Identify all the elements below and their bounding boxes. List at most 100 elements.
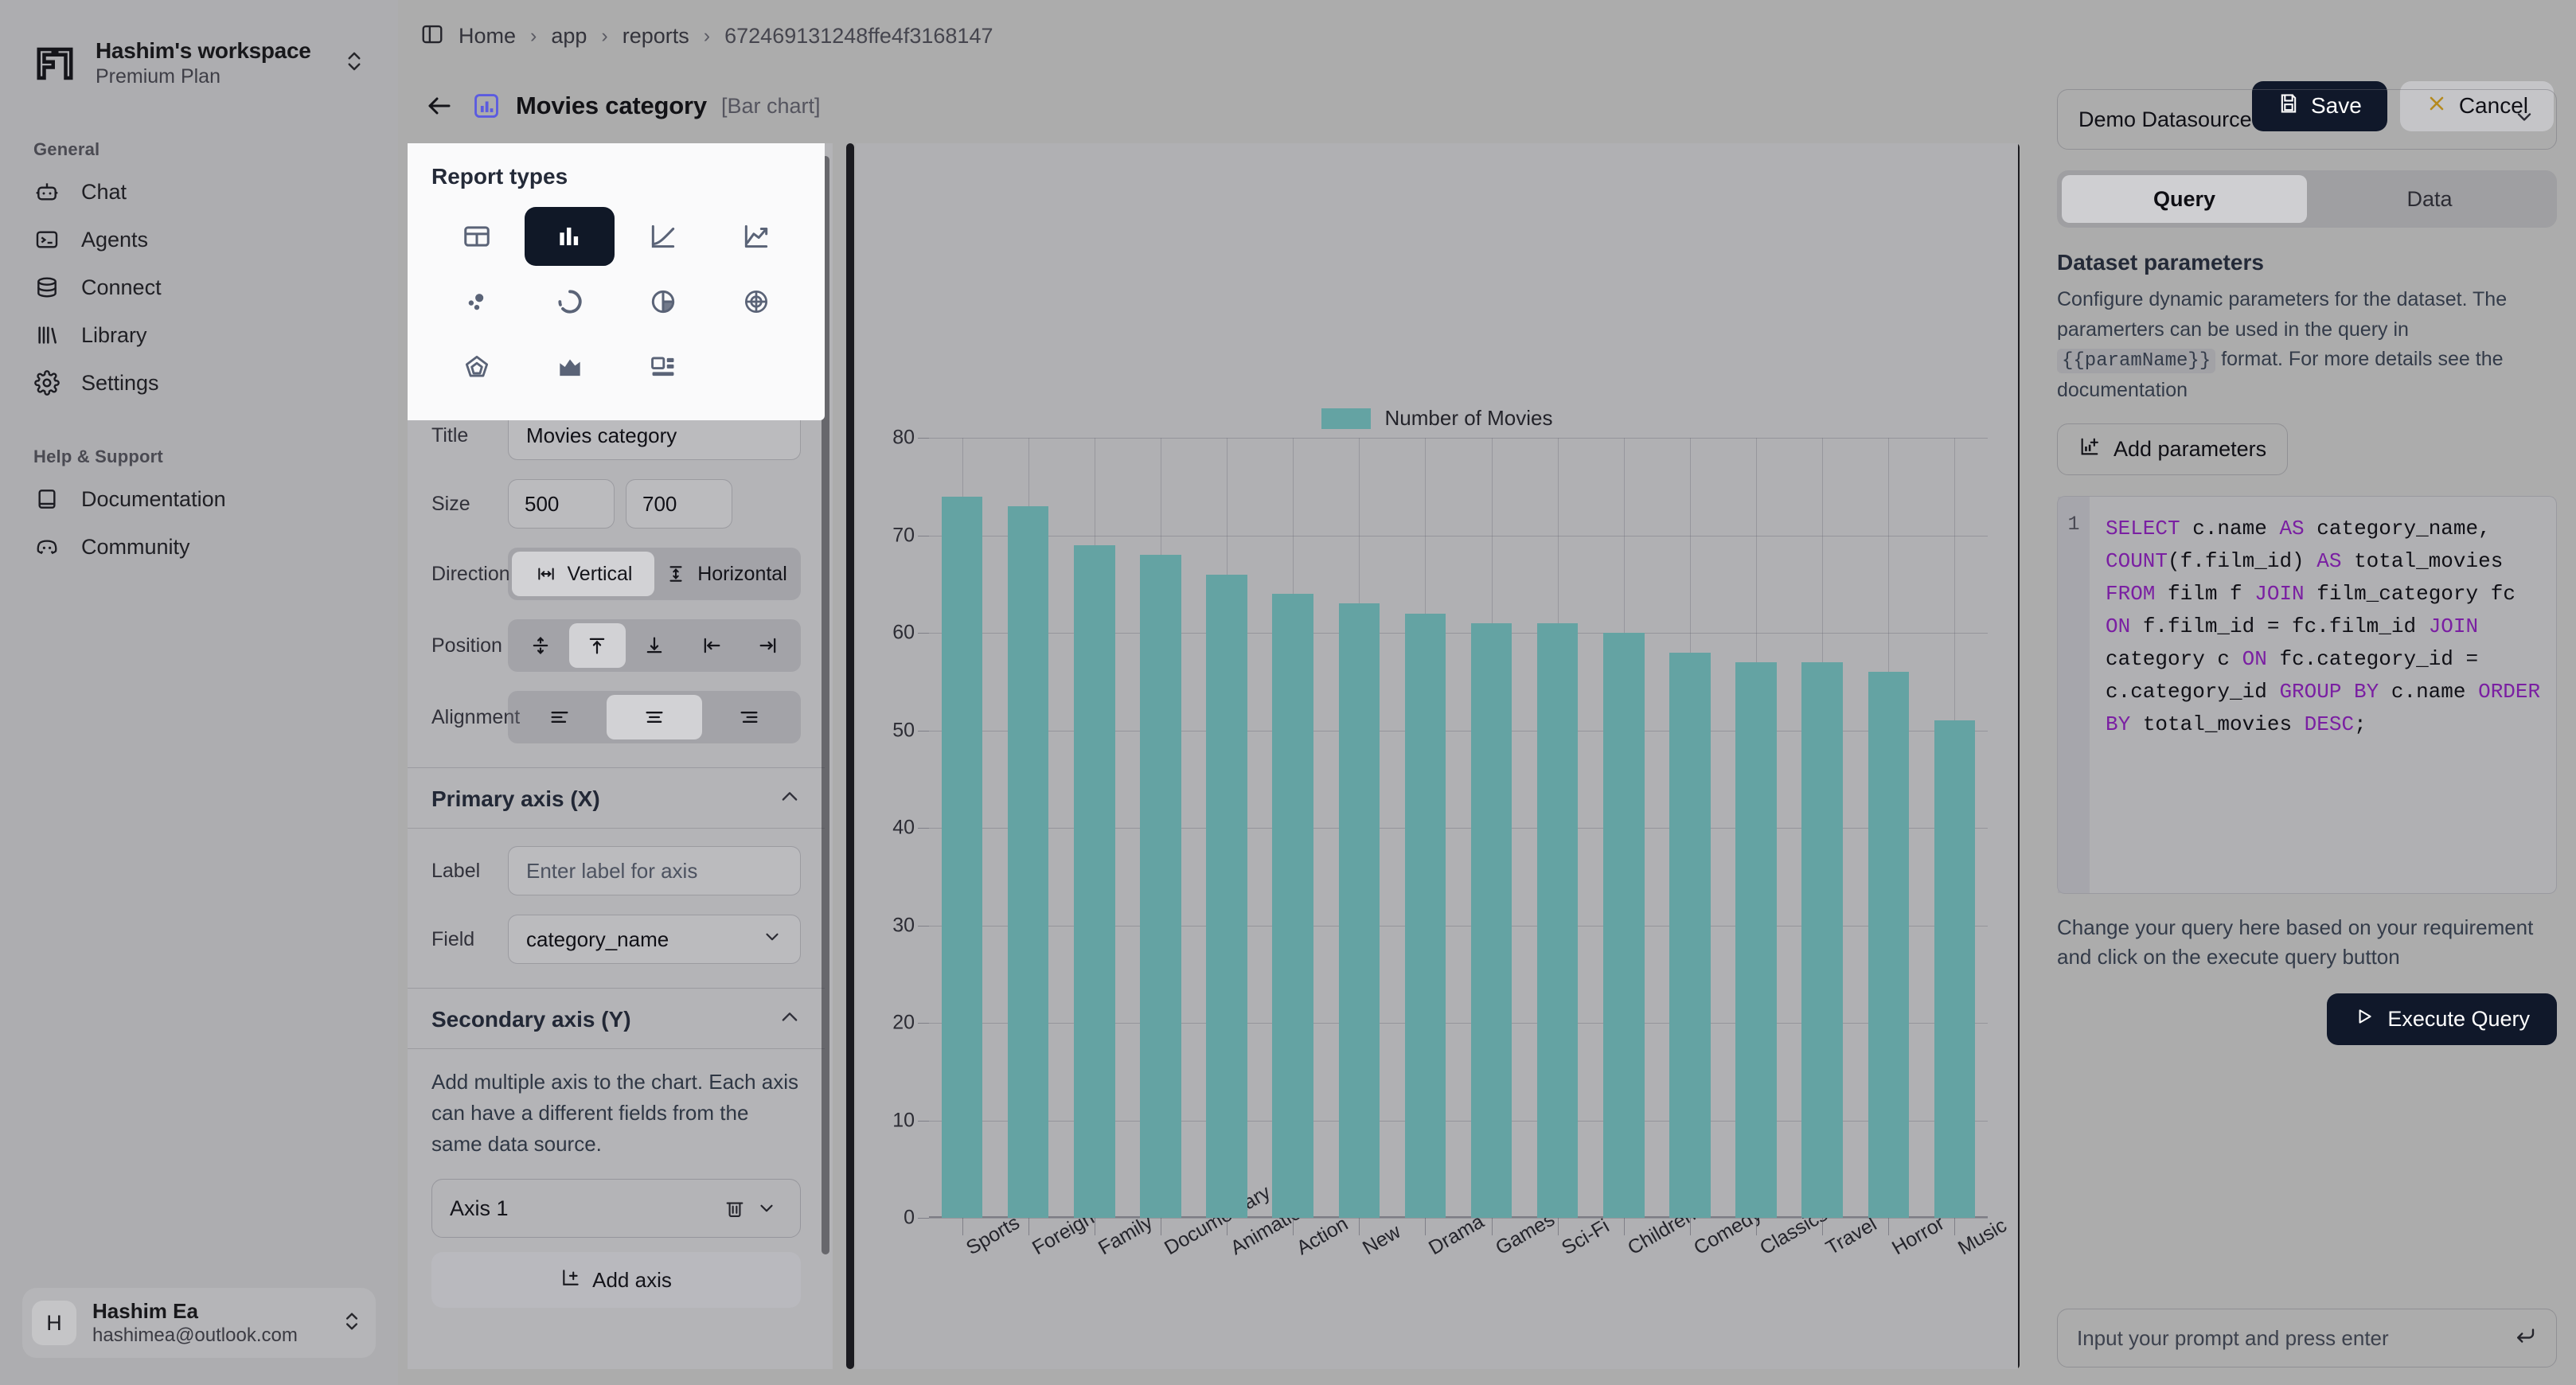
position-option-bottom[interactable] [626, 623, 683, 668]
chart-bar[interactable] [1007, 505, 1049, 1218]
sidebar-item-documentation[interactable]: Documentation [22, 475, 376, 523]
position-option-top[interactable] [568, 623, 626, 668]
y-axis-tick-mark [918, 633, 929, 634]
tab-query[interactable]: Query [2062, 175, 2307, 223]
breadcrumb-item-reports[interactable]: reports [623, 24, 689, 49]
query-hint-text: Change your query here based on your req… [2057, 915, 2534, 970]
chart-bar[interactable] [1801, 661, 1843, 1218]
report-type-area-chart[interactable] [525, 337, 615, 396]
chart-bar[interactable] [941, 496, 983, 1218]
chart-bar[interactable] [1934, 720, 1976, 1218]
axis-field-select[interactable]: category_name [508, 915, 801, 964]
chevron-up-icon[interactable] [779, 1006, 801, 1032]
position-option-left[interactable] [683, 623, 740, 668]
axis-field-row: Field category_name [408, 905, 825, 973]
chart-bar[interactable] [1206, 574, 1247, 1218]
chart-bar[interactable] [1074, 544, 1115, 1218]
dataset-parameters-title: Dataset parameters [2057, 250, 2264, 275]
sidebar-item-label: Settings [81, 370, 159, 395]
report-type-area-line-chart[interactable] [711, 207, 801, 266]
position-field-label: Position [431, 634, 502, 657]
chart-bar[interactable] [1603, 633, 1645, 1218]
sql-keyword: SELECT [2106, 516, 2180, 540]
report-type-radar-chart[interactable] [711, 272, 801, 331]
execute-query-button[interactable]: Execute Query [2327, 993, 2557, 1045]
datasource-select[interactable]: Demo Datasource [2057, 89, 2557, 150]
direction-option-horizontal[interactable]: Horizontal [654, 552, 797, 596]
axis-field-label: Field [431, 927, 475, 950]
sidebar-item-settings[interactable]: Settings [22, 359, 376, 407]
size-width-input[interactable]: 500 [508, 479, 615, 529]
breadcrumb-item-report-id[interactable]: 672469131248ffe4f3168147 [724, 24, 993, 49]
dataset-parameters-desc-1: Configure dynamic parameters for the dat… [2057, 288, 2508, 341]
axis-item-1[interactable]: Axis 1 [431, 1179, 801, 1238]
sidebar-item-agents[interactable]: Agents [22, 216, 376, 263]
add-axis-button[interactable]: Add axis [431, 1252, 801, 1308]
page-title: Movies category [516, 92, 707, 119]
chevron-down-icon[interactable] [751, 1198, 783, 1219]
report-type-pie-chart[interactable] [618, 272, 708, 331]
size-height-input[interactable]: 700 [626, 479, 732, 529]
chart-bar[interactable] [1669, 652, 1711, 1218]
report-type-polygon-chart[interactable] [431, 337, 521, 396]
chart-bar[interactable] [1470, 622, 1512, 1218]
chart-bar[interactable] [1735, 661, 1777, 1218]
chart-scrollbar-left[interactable] [846, 143, 854, 1369]
x-axis-tick-label: Sports [962, 1211, 1024, 1260]
breadcrumb-item-app[interactable]: app [551, 24, 587, 49]
secondary-axis-header[interactable]: Secondary axis (Y) [408, 988, 825, 1049]
chevron-down-icon [762, 927, 783, 953]
report-type-table-chart[interactable] [431, 207, 521, 266]
nav-group-general-label: General [33, 139, 100, 159]
breadcrumb-item-home[interactable]: Home [459, 24, 516, 49]
chart-bar-column [1392, 438, 1458, 1218]
enter-key-icon[interactable] [2513, 1324, 2537, 1353]
prompt-input[interactable]: Input your prompt and press enter [2057, 1309, 2557, 1367]
chart-bar[interactable] [1272, 594, 1313, 1218]
chart-bar[interactable] [1338, 603, 1380, 1218]
add-parameters-button[interactable]: Add parameters [2057, 423, 2289, 475]
chart-canvas: Number of Movies 0 10 20 30 40 50 60 70 80 Sport… [856, 143, 2018, 1369]
breadcrumb-separator: › [601, 24, 608, 47]
alignment-option-right[interactable] [702, 695, 797, 739]
chart-bar[interactable] [1536, 622, 1579, 1218]
sql-editor-content[interactable]: SELECT c.name AS category_name, COUNT(f.… [2090, 497, 2556, 893]
chevron-up-icon[interactable] [779, 786, 801, 812]
add-parameters-label: Add parameters [2113, 436, 2267, 461]
primary-axis-header[interactable]: Primary axis (X) [408, 767, 825, 829]
sidebar-item-chat[interactable]: Chat [22, 168, 376, 216]
tab-data[interactable]: Data [2307, 175, 2552, 223]
breadcrumb-separator: › [530, 24, 537, 47]
direction-option-vertical[interactable]: Vertical [512, 552, 654, 596]
prompt-placeholder: Input your prompt and press enter [2077, 1325, 2389, 1350]
alignment-option-left[interactable] [512, 695, 607, 739]
report-type-line-chart[interactable] [618, 207, 708, 266]
sql-text: category_name, [2304, 516, 2491, 540]
back-arrow-icon[interactable] [422, 88, 457, 123]
position-option-right[interactable] [740, 623, 797, 668]
user-account-switcher[interactable]: H Hashim Ea hashimea@outlook.com [22, 1288, 376, 1358]
sidebar-item-library[interactable]: Library [22, 311, 376, 359]
library-icon [33, 322, 60, 349]
sidebar-item-connect[interactable]: Connect [22, 263, 376, 311]
report-type-bar-chart[interactable] [525, 207, 615, 266]
sql-editor[interactable]: 1 SELECT c.name AS category_name, COUNT(… [2057, 495, 2557, 894]
alignment-option-center[interactable] [607, 695, 702, 739]
report-type-kpi-layout[interactable] [618, 337, 708, 396]
position-option-center[interactable] [512, 623, 569, 668]
chart-bar-column [1194, 438, 1260, 1218]
chart-bar[interactable] [1404, 613, 1446, 1218]
workspace-switcher[interactable]: Hashim's workspace Premium Plan [22, 27, 376, 99]
report-type-scatter-chart[interactable] [431, 272, 521, 331]
axis-label-input[interactable]: Enter label for axis [508, 846, 801, 895]
sidebar-toggle-icon[interactable] [420, 22, 444, 50]
datasource-value: Demo Datasource [2078, 107, 2252, 131]
chart-bar[interactable] [1140, 555, 1181, 1218]
alignment-field-row: Alignment [408, 681, 825, 753]
user-name: Hashim Ea [92, 1299, 198, 1323]
chart-bar[interactable] [1868, 672, 1910, 1218]
chevron-updown-icon [342, 49, 369, 77]
trash-icon[interactable] [719, 1197, 751, 1219]
report-type-donut-chart[interactable] [525, 272, 615, 331]
sidebar-item-community[interactable]: Community [22, 523, 376, 571]
